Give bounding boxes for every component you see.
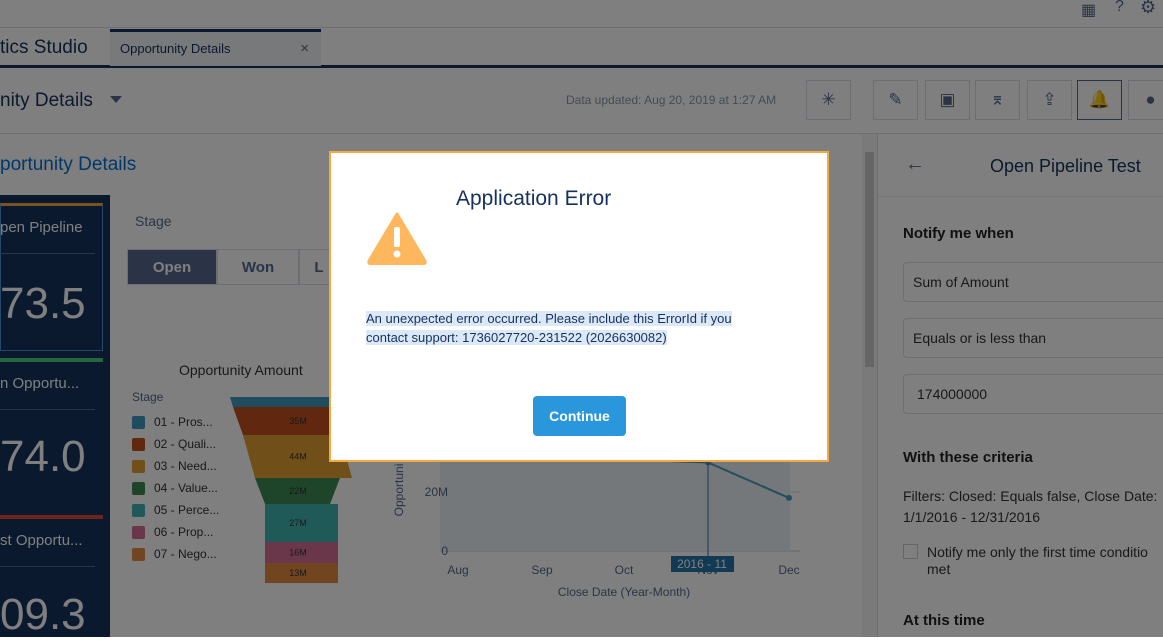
dialog-title: Application Error bbox=[456, 187, 612, 210]
error-message: An unexpected error occurred. Please inc… bbox=[366, 311, 732, 345]
warning-icon bbox=[367, 212, 427, 265]
continue-button[interactable]: Continue bbox=[533, 396, 626, 436]
error-dialog: Application Error An unexpected error oc… bbox=[329, 151, 829, 462]
